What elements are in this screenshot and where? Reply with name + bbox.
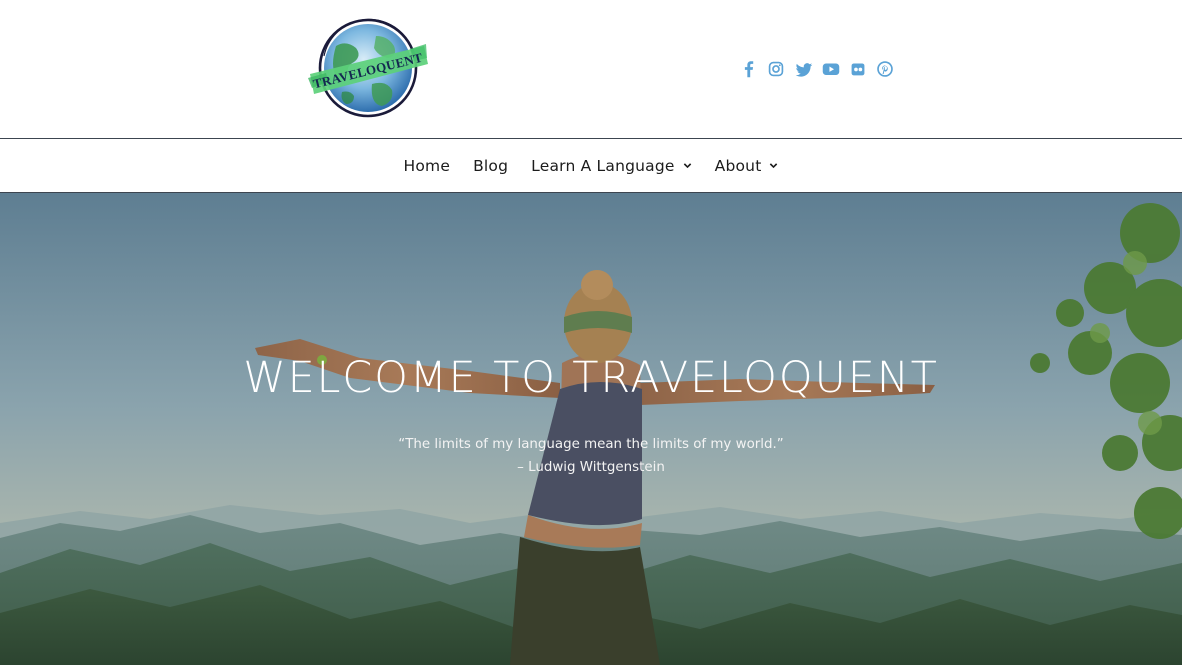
facebook-link[interactable] [738, 58, 760, 80]
nav-item-home[interactable]: Home [404, 157, 451, 175]
youtube-link[interactable] [820, 58, 842, 80]
pinterest-icon [877, 61, 894, 77]
chevron-down-icon [770, 163, 778, 169]
nav-item-blog[interactable]: Blog [473, 157, 508, 175]
nav-item-learn-a-language[interactable]: Learn A Language [531, 157, 691, 175]
nav-item-about[interactable]: About [715, 157, 779, 175]
hero-section: WELCOME TO TRAVELOQUENT “The limits of m… [0, 193, 1182, 665]
twitter-link[interactable] [793, 58, 815, 80]
social-links [738, 58, 902, 80]
nav-item-label: Blog [473, 156, 509, 175]
flickr-icon [851, 63, 865, 76]
nav-item-label: Learn A Language [531, 156, 675, 175]
twitter-icon [795, 63, 812, 77]
hero-title: WELCOME TO TRAVELOQUENT [243, 353, 939, 403]
facebook-icon [744, 61, 754, 78]
youtube-icon [822, 63, 840, 75]
site-logo: TRAVELOQUENT [308, 18, 428, 118]
nav-item-label: Home [403, 156, 451, 175]
instagram-link[interactable] [765, 58, 787, 80]
site-header: TRAVELOQUENT [0, 0, 1182, 138]
flickr-link[interactable] [847, 58, 869, 80]
nav-menu: Home Blog Learn A Language About [0, 139, 1182, 192]
nav-item-label: About [714, 156, 762, 175]
hero-quote: “The limits of my language mean the limi… [398, 437, 784, 452]
pinterest-link[interactable] [874, 58, 896, 80]
main-navigation: Home Blog Learn A Language About [0, 138, 1182, 193]
hero-quote-author: – Ludwig Wittgenstein [517, 460, 665, 475]
chevron-down-icon [683, 163, 691, 169]
instagram-icon [769, 61, 784, 77]
hero-background-image [0, 193, 1182, 665]
